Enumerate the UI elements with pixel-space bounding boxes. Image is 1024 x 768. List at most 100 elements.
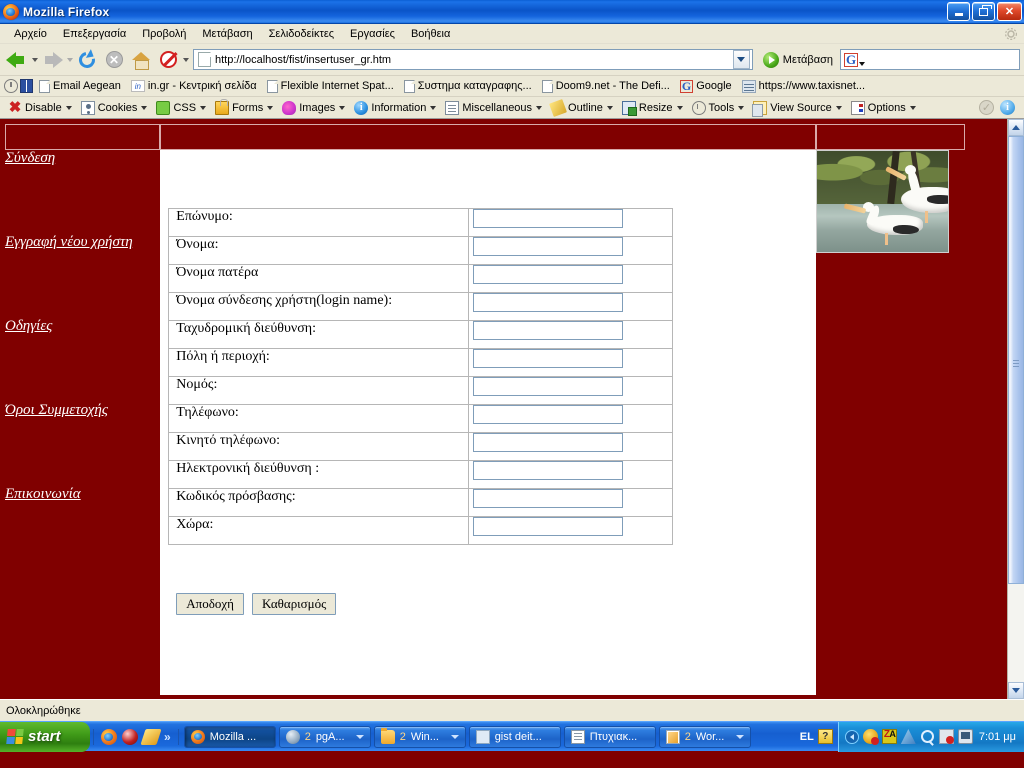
forward-button[interactable] bbox=[39, 47, 65, 73]
url-dropdown-icon[interactable] bbox=[732, 50, 750, 69]
tray-expand-icon[interactable] bbox=[844, 729, 859, 744]
field-phone[interactable] bbox=[473, 405, 624, 424]
sidebar-link-contact[interactable]: Επικοινωνία bbox=[5, 486, 160, 503]
header-cell-center bbox=[160, 124, 816, 150]
bookmarks-icon[interactable] bbox=[20, 79, 33, 93]
recording-icon[interactable] bbox=[938, 729, 954, 744]
search-engine-dropdown-icon[interactable] bbox=[859, 62, 866, 66]
close-icon[interactable]: ✕ bbox=[997, 2, 1022, 21]
field-surname[interactable] bbox=[473, 209, 624, 228]
bookmark-flexible-internet[interactable]: Flexible Internet Spat... bbox=[263, 79, 398, 94]
menu-help[interactable]: Βοήθεια bbox=[403, 26, 458, 42]
scrollbar-thumb[interactable] bbox=[1008, 136, 1024, 584]
task-mozilla[interactable]: Mozilla ... bbox=[183, 725, 276, 748]
network-icon[interactable] bbox=[862, 729, 879, 745]
vertical-scrollbar[interactable] bbox=[1007, 119, 1024, 699]
restore-button[interactable] bbox=[972, 2, 995, 21]
task-gist-deit[interactable]: gist deit... bbox=[468, 725, 561, 748]
back-button[interactable] bbox=[4, 47, 30, 73]
noscript-dropdown-icon[interactable] bbox=[183, 57, 189, 62]
task-windows-explorer[interactable]: 2 Win... bbox=[373, 725, 466, 748]
field-prefecture[interactable] bbox=[473, 377, 624, 396]
devtool-css[interactable]: CSS bbox=[152, 100, 210, 116]
help-icon[interactable]: ? bbox=[817, 729, 833, 744]
bookmark-email-aegean[interactable]: Email Aegean bbox=[35, 79, 125, 94]
reset-button[interactable]: Καθαρισμός bbox=[251, 593, 337, 615]
search-input[interactable]: G bbox=[840, 49, 1020, 70]
menu-go[interactable]: Μετάβαση bbox=[194, 26, 260, 42]
devtool-disable[interactable]: ✖ Disable bbox=[4, 100, 76, 116]
chevron-down-icon[interactable] bbox=[735, 734, 744, 739]
chevron-down-icon bbox=[65, 105, 72, 110]
sidebar-link-terms[interactable]: Όροι Συμμετοχής bbox=[5, 402, 160, 419]
devtool-right-icons: ✓ i bbox=[979, 100, 1020, 115]
display-icon[interactable] bbox=[957, 729, 973, 744]
chevron-down-icon[interactable] bbox=[355, 734, 364, 739]
bookmark-doom9[interactable]: Doom9.net - The Defi... bbox=[538, 79, 674, 94]
language-indicator[interactable]: EL bbox=[800, 731, 814, 743]
sidebar-link-instructions[interactable]: Οδηγίες bbox=[5, 318, 160, 335]
home-button[interactable] bbox=[128, 47, 154, 73]
bookmark-google[interactable]: G Google bbox=[676, 79, 736, 94]
language-bar[interactable]: EL ? bbox=[795, 729, 838, 744]
antivirus-icon[interactable] bbox=[900, 729, 916, 744]
menu-bookmarks[interactable]: Σελιδοδείκτες bbox=[261, 26, 342, 42]
field-password[interactable] bbox=[473, 489, 624, 508]
devtool-information[interactable]: i Information bbox=[350, 100, 440, 116]
gear-icon[interactable] bbox=[1004, 27, 1018, 41]
devtool-resize[interactable]: Resize bbox=[618, 100, 687, 116]
go-button[interactable]: Μετάβαση bbox=[757, 51, 839, 68]
field-fathername[interactable] bbox=[473, 265, 624, 284]
scroll-up-button[interactable] bbox=[1008, 119, 1024, 136]
info-bubble-icon[interactable]: i bbox=[1000, 100, 1015, 115]
bookmark-taxisnet[interactable]: https://www.taxisnet... bbox=[738, 79, 869, 94]
menu-edit[interactable]: Επεξεργασία bbox=[55, 26, 134, 42]
field-mobile[interactable] bbox=[473, 433, 624, 452]
shortcut-icon[interactable] bbox=[140, 728, 162, 745]
sidebar-link-register[interactable]: Εγγραφή νέου χρήστη bbox=[5, 234, 160, 251]
media-player-icon[interactable] bbox=[122, 728, 138, 745]
forward-dropdown-icon[interactable] bbox=[67, 57, 73, 62]
field-loginname[interactable] bbox=[473, 293, 624, 312]
field-country[interactable] bbox=[473, 517, 624, 536]
bookmark-ingr[interactable]: in in.gr - Κεντρική σελίδα bbox=[127, 79, 261, 93]
submit-button[interactable]: Αποδοχή bbox=[176, 593, 244, 615]
scroll-down-button[interactable] bbox=[1008, 682, 1024, 699]
field-address[interactable] bbox=[473, 321, 624, 340]
task-word[interactable]: 2 Wor... bbox=[658, 725, 751, 748]
devtool-images[interactable]: Images bbox=[278, 100, 349, 116]
field-firstname[interactable] bbox=[473, 237, 624, 256]
validation-check-icon[interactable]: ✓ bbox=[979, 100, 994, 115]
firefox-icon[interactable] bbox=[101, 728, 117, 745]
devtool-tools[interactable]: Tools bbox=[688, 100, 749, 116]
devtool-outline[interactable]: Outline bbox=[547, 98, 617, 117]
task-pgadmin[interactable]: 2 pgA... bbox=[278, 725, 371, 748]
bookmark-systima-katagrafis[interactable]: Συστημα καταγραφης... bbox=[400, 79, 536, 94]
chevron-down-icon[interactable] bbox=[450, 734, 459, 739]
stop-button[interactable]: ✕ bbox=[101, 47, 127, 73]
field-city[interactable] bbox=[473, 349, 624, 368]
menu-tools[interactable]: Εργασίες bbox=[342, 26, 403, 42]
menu-file[interactable]: Αρχείο bbox=[6, 26, 55, 42]
field-email[interactable] bbox=[473, 461, 624, 480]
devtool-forms[interactable]: Forms bbox=[211, 98, 277, 116]
scrollbar-track[interactable] bbox=[1008, 136, 1024, 682]
reload-button[interactable] bbox=[74, 47, 100, 73]
noscript-icon[interactable] bbox=[155, 47, 181, 73]
menu-view[interactable]: Προβολή bbox=[134, 26, 194, 42]
devtool-cookies[interactable]: Cookies bbox=[77, 100, 152, 116]
sidebar-link-login[interactable]: Σύνδεση bbox=[5, 150, 160, 167]
search-icon[interactable] bbox=[920, 729, 935, 744]
taskbar-clock[interactable]: 7:01 μμ bbox=[979, 731, 1016, 743]
devtool-options[interactable]: Options bbox=[847, 100, 920, 116]
url-bar[interactable]: http://localhost/fist/insertuser_gr.htm bbox=[193, 49, 753, 70]
devtool-miscellaneous[interactable]: Miscellaneous bbox=[441, 100, 546, 116]
start-button[interactable]: start bbox=[0, 721, 90, 752]
history-icon[interactable] bbox=[4, 79, 18, 93]
devtool-view-source[interactable]: View Source bbox=[749, 100, 846, 117]
zonealarm-icon[interactable] bbox=[881, 729, 897, 744]
task-ptychiaki[interactable]: Πτυχιακ... bbox=[563, 725, 656, 748]
minimize-button[interactable] bbox=[947, 2, 970, 21]
quicklaunch-overflow-icon[interactable]: » bbox=[164, 730, 171, 744]
back-dropdown-icon[interactable] bbox=[32, 57, 38, 62]
